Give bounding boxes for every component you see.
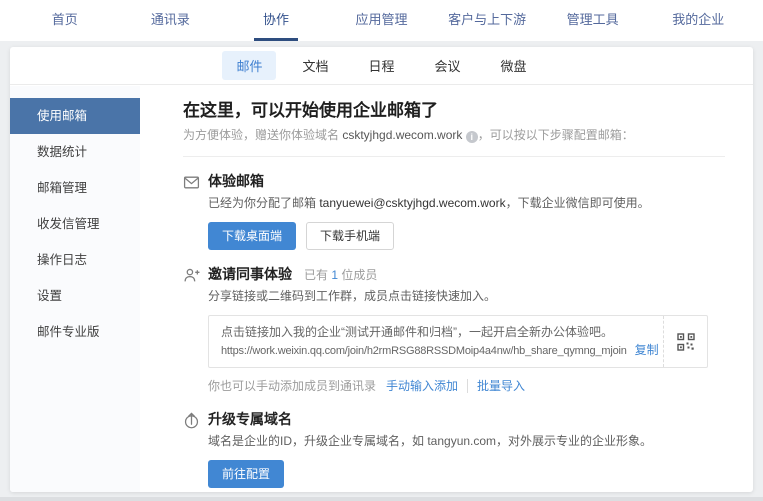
subtitle-suffix: ，可以按以下步骤配置邮箱：: [478, 128, 634, 142]
member-count-text: 已有 1 位成员: [304, 266, 377, 283]
tab-mail[interactable]: 邮件: [222, 51, 276, 80]
main-content: 在这里，可以开始使用企业邮箱了 为方便体验，赠送你体验域名 csktyjhgd.…: [140, 86, 753, 492]
domain-desc: 域名是企业的ID，升级企业专属域名，如 tangyun.com，对外展示专业的企…: [208, 433, 725, 450]
qr-code-icon[interactable]: [663, 316, 707, 367]
envelope-icon: [183, 173, 208, 250]
download-mobile-button[interactable]: 下载手机端: [306, 222, 394, 250]
mail-sidebar: 使用邮箱 数据统计 邮箱管理 收发信管理 操作日志 设置 邮件专业版: [10, 86, 140, 492]
copy-link[interactable]: 复制: [635, 343, 659, 357]
nav-item-customers[interactable]: 客户与上下游: [434, 0, 540, 41]
nav-item-contacts[interactable]: 通讯录: [118, 0, 224, 41]
page-title: 在这里，可以开始使用企业邮箱了: [183, 100, 725, 121]
assigned-email-text: tanyuewei@csktyjhgd.wecom.work: [319, 196, 505, 210]
invite-desc: 分享链接或二维码到工作群，成员点击链接快速加入。: [208, 288, 725, 305]
invite-member-icon: [183, 266, 208, 395]
section-title: 邀请同事体验: [208, 266, 292, 283]
collaboration-tabbar: 邮件 文档 日程 会议 微盘: [10, 47, 753, 85]
sidebar-item-mailbox-management[interactable]: 邮箱管理: [10, 170, 140, 206]
section-title: 体验邮箱: [208, 173, 264, 190]
member-suffix: 位成员: [338, 268, 377, 282]
section-invite-colleagues: 邀请同事体验 已有 1 位成员 分享链接或二维码到工作群，成员点击链接快速加入。…: [183, 266, 725, 395]
sidebar-item-operation-log[interactable]: 操作日志: [10, 242, 140, 278]
tab-schedule[interactable]: 日程: [354, 51, 408, 80]
section-trial-mailbox: 体验邮箱 已经为你分配了邮箱 tanyuewei@csktyjhgd.wecom…: [183, 173, 725, 250]
sidebar-item-mail-professional[interactable]: 邮件专业版: [10, 314, 140, 350]
member-prefix: 已有: [304, 268, 331, 282]
nav-item-management-tools[interactable]: 管理工具: [540, 0, 646, 41]
download-desktop-button[interactable]: 下载桌面端: [208, 222, 296, 250]
manual-input-add-link[interactable]: 手动输入添加: [386, 379, 458, 393]
tab-meeting[interactable]: 会议: [421, 51, 475, 80]
divider: [183, 156, 725, 157]
subtitle-prefix: 为方便体验，赠送你体验域名: [183, 128, 342, 142]
page-subtitle: 为方便体验，赠送你体验域名 csktyjhgd.wecom.work ，可以按以…: [183, 127, 725, 144]
go-configure-button[interactable]: 前往配置: [208, 460, 284, 488]
manual-add-text: 你也可以手动添加成员到通讯录: [208, 379, 376, 393]
manual-add-row: 你也可以手动添加成员到通讯录手动输入添加批量导入: [208, 378, 725, 395]
info-icon[interactable]: [466, 131, 478, 143]
share-link-box: 点击链接加入我的企业“测试开通邮件和归档”，一起开启全新办公体验吧。 https…: [208, 315, 708, 368]
share-url-text: https://work.weixin.qq.com/join/h2rmRSG8…: [221, 345, 627, 357]
mailbox-desc-prefix: 已经为你分配了邮箱: [208, 196, 319, 210]
tab-drive[interactable]: 微盘: [487, 51, 541, 80]
trial-domain-text: csktyjhgd.wecom.work: [342, 128, 462, 142]
sidebar-item-send-receive-management[interactable]: 收发信管理: [10, 206, 140, 242]
batch-import-link[interactable]: 批量导入: [467, 379, 525, 393]
section-title: 升级专属域名: [208, 411, 292, 428]
nav-item-collaboration[interactable]: 协作: [223, 0, 329, 41]
upgrade-domain-icon: [183, 411, 208, 488]
sidebar-item-data-stats[interactable]: 数据统计: [10, 134, 140, 170]
mailbox-desc: 已经为你分配了邮箱 tanyuewei@csktyjhgd.wecom.work…: [208, 195, 725, 212]
section-upgrade-domain: 升级专属域名 域名是企业的ID，升级企业专属域名，如 tangyun.com，对…: [183, 411, 725, 488]
tab-docs[interactable]: 文档: [288, 51, 342, 80]
nav-item-app-management[interactable]: 应用管理: [329, 0, 435, 41]
nav-item-home[interactable]: 首页: [12, 0, 118, 41]
top-nav: 首页 通讯录 协作 应用管理 客户与上下游 管理工具 我的企业: [0, 0, 763, 41]
content-card: 邮件 文档 日程 会议 微盘 使用邮箱 数据统计 邮箱管理 收发信管理 操作日志…: [10, 47, 753, 492]
download-buttons: 下载桌面端 下载手机端: [208, 222, 725, 250]
mailbox-desc-suffix: ，下载企业微信即可使用。: [506, 196, 650, 210]
sidebar-item-use-mailbox[interactable]: 使用邮箱: [10, 98, 140, 134]
share-link-content: 点击链接加入我的企业“测试开通邮件和归档”，一起开启全新办公体验吧。 https…: [209, 316, 663, 367]
sidebar-item-settings[interactable]: 设置: [10, 278, 140, 314]
share-invite-text: 点击链接加入我的企业“测试开通邮件和归档”，一起开启全新办公体验吧。: [221, 323, 651, 341]
nav-item-my-enterprise[interactable]: 我的企业: [645, 0, 751, 41]
bottom-edge: [0, 497, 763, 501]
